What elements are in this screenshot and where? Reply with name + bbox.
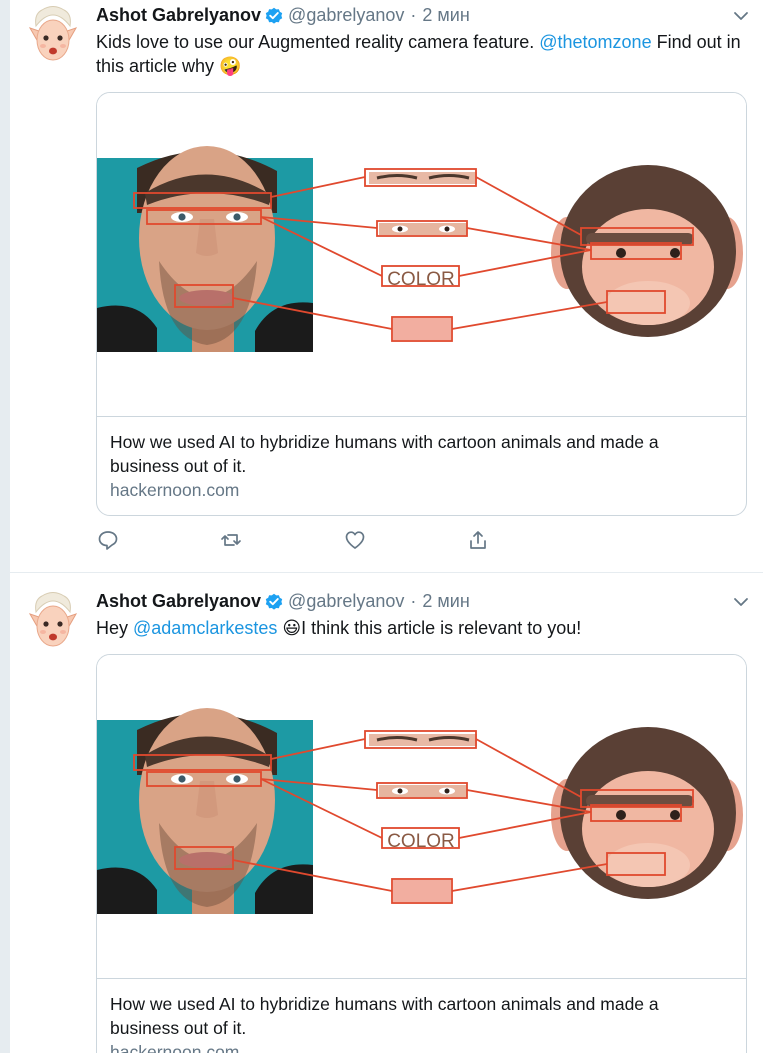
tweet-divider — [10, 572, 763, 573]
tweet[interactable]: Ashot Gabrelyanov @gabrelyanov · 2 мин H… — [10, 586, 763, 1053]
card-illustration: COLOR — [97, 706, 745, 916]
color-label: COLOR — [387, 269, 455, 290]
card-title[interactable]: How we used AI to hybridize humans with … — [110, 992, 730, 1040]
card-title[interactable]: How we used AI to hybridize humans with … — [110, 430, 730, 478]
timestamp[interactable]: 2 мин — [422, 591, 469, 612]
elf-emoji-avatar-icon[interactable] — [24, 592, 82, 654]
card-domain[interactable]: hackernoon.com — [110, 478, 730, 502]
separator-dot: · — [410, 5, 417, 25]
elf-emoji-avatar-icon[interactable] — [24, 6, 82, 68]
mention-link[interactable]: @thetomzone — [539, 32, 651, 52]
emoji: 😃 — [282, 618, 302, 638]
link-card[interactable]: COLOR How we used AI to hybridize humans… — [96, 92, 747, 516]
card-body[interactable]: How we used AI to hybridize humans with … — [110, 992, 730, 1053]
color-label: COLOR — [387, 831, 455, 852]
tweet-actions — [96, 528, 496, 554]
share-icon[interactable] — [466, 528, 490, 552]
separator-dot: · — [410, 591, 417, 611]
mention-link[interactable]: @adamclarkestes — [133, 618, 277, 638]
tweet-text-part: I think this article is relevant to you! — [301, 618, 582, 638]
tweet-header: Ashot Gabrelyanov @gabrelyanov · 2 мин — [96, 591, 470, 612]
tweet-text: Hey @adamclarkestes 😃I think this articl… — [96, 616, 756, 640]
verified-badge-icon — [265, 6, 284, 25]
retweet-icon[interactable] — [219, 528, 243, 552]
author-handle[interactable]: @gabrelyanov — [288, 591, 404, 612]
tweet-text: Kids love to use our Augmented reality c… — [96, 30, 756, 78]
timestamp[interactable]: 2 мин — [422, 5, 469, 26]
timeline-left-gutter — [0, 0, 10, 1053]
card-illustration: COLOR — [97, 144, 745, 354]
author-handle[interactable]: @gabrelyanov — [288, 5, 404, 26]
tweet-text-part: Hey — [96, 618, 134, 638]
author-name[interactable]: Ashot Gabrelyanov — [96, 591, 261, 612]
like-icon[interactable] — [343, 528, 367, 552]
link-card[interactable]: COLOR How we used AI to hybridize humans… — [96, 654, 747, 1053]
author-name[interactable]: Ashot Gabrelyanov — [96, 5, 261, 26]
tweet-text-part: Kids love to use our Augmented reality c… — [96, 32, 540, 52]
card-image[interactable]: COLOR — [97, 655, 746, 979]
emoji: 🤪 — [219, 56, 242, 76]
card-domain[interactable]: hackernoon.com — [110, 1040, 730, 1053]
tweet-header: Ashot Gabrelyanov @gabrelyanov · 2 мин — [96, 5, 470, 26]
chevron-down-icon[interactable] — [733, 9, 749, 23]
reply-icon[interactable] — [96, 528, 120, 552]
chevron-down-icon[interactable] — [733, 595, 749, 609]
card-body[interactable]: How we used AI to hybridize humans with … — [110, 430, 730, 502]
card-image[interactable]: COLOR — [97, 93, 746, 417]
verified-badge-icon — [265, 592, 284, 611]
tweet[interactable]: Ashot Gabrelyanov @gabrelyanov · 2 мин K… — [10, 0, 763, 572]
